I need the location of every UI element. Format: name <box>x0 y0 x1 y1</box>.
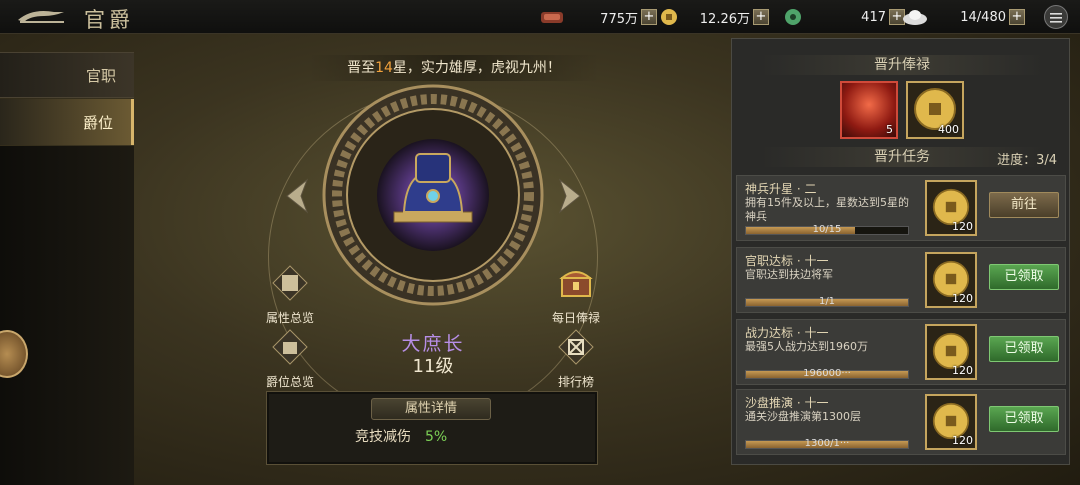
task-progress-text: 196000··· <box>803 368 851 379</box>
sidebar-item-label: 爵位 <box>82 113 113 132</box>
resource-value: 417 <box>861 9 886 25</box>
task-description: 拥有15件及以上，星数达到5星的神兵 <box>745 196 909 223</box>
add-button[interactable]: + <box>753 9 769 25</box>
task-progress-text: 10/15 <box>812 224 842 235</box>
reward-count: 120 <box>952 292 973 305</box>
task-progress-bar: 1300/1··· <box>745 438 909 449</box>
reward-count: 5 <box>886 123 893 136</box>
claimed-button[interactable]: 已领取 <box>989 406 1059 432</box>
resource-gold: 12.26万 + <box>660 7 769 27</box>
resource-value: 14/480 <box>960 9 1006 25</box>
attribute-detail-title: 属性详情 <box>371 398 491 420</box>
add-button[interactable]: + <box>641 9 657 25</box>
task-reward[interactable]: 120 <box>925 180 977 236</box>
crossed-swords-icon <box>558 329 594 365</box>
nobility-medallion <box>322 84 544 306</box>
treasure-chest-icon <box>559 271 593 297</box>
sidebar-background <box>0 146 134 485</box>
task-name: 沙盘推演 · 十一 <box>745 396 829 410</box>
star-count: 14 <box>375 60 393 76</box>
attribute-value: 5% <box>425 429 448 445</box>
slogan-suffix: 星，实力雄厚，虎视九州！ <box>392 60 561 76</box>
task-row: 神兵升星 · 二 拥有15件及以上，星数达到5星的神兵 10/15 120 前往 <box>736 175 1066 241</box>
promotion-panel: 晋升俸禄 5 400 晋升任务 进度：3/4 神兵升星 · 二 拥有15件及以上… <box>731 38 1070 465</box>
reward-item[interactable]: 400 <box>906 81 964 139</box>
task-name: 神兵升星 · 二 <box>745 182 817 196</box>
task-reward[interactable]: 120 <box>925 252 977 308</box>
page-title: 官爵 <box>84 8 134 32</box>
daily-salary-button[interactable]: 每日俸禄 <box>536 264 616 326</box>
silver-ingot-icon <box>903 10 927 25</box>
reward-count: 120 <box>952 364 973 377</box>
task-name: 战力达标 · 十一 <box>745 326 829 340</box>
add-button[interactable]: + <box>1009 9 1025 25</box>
slogan-prefix: 晋至 <box>347 60 376 76</box>
sidebar-item-nobility[interactable]: 爵位 <box>0 99 134 145</box>
back-icon[interactable] <box>14 6 68 28</box>
claimed-button[interactable]: 已领取 <box>989 264 1059 290</box>
task-row: 战力达标 · 十一 最强5人战力达到1960万 196000··· 120 已领… <box>736 319 1066 385</box>
jade-icon <box>785 9 801 25</box>
function-label: 爵位总览 <box>265 375 314 389</box>
function-label: 每日俸禄 <box>551 311 600 325</box>
task-progress-bar: 196000··· <box>745 368 909 379</box>
attribute-overview-button[interactable]: 属性总览 <box>250 264 330 326</box>
task-name: 官职达标 · 十一 <box>745 254 829 268</box>
task-description: 最强5人战力达到1960万 <box>745 340 868 353</box>
reward-count: 120 <box>952 434 973 447</box>
resource-jade: 417 + <box>784 7 905 27</box>
go-button[interactable]: 前往 <box>989 192 1059 218</box>
rank-level: 11级 <box>412 356 454 377</box>
slogan-banner: 晋至14星，实力雄厚，虎视九州！ <box>308 55 600 81</box>
menu-button[interactable] <box>1044 5 1068 29</box>
task-progress-bar: 1/1 <box>745 296 909 307</box>
task-row: 沙盘推演 · 十一 通关沙盘推演第1300层 1300/1··· 120 已领取 <box>736 389 1066 455</box>
task-progress-text: 1/1 <box>818 296 836 307</box>
leaderboard-button[interactable]: 排行榜 <box>536 328 616 390</box>
claimed-button[interactable]: 已领取 <box>989 336 1059 362</box>
task-progress-text: 1300/1··· <box>804 438 850 449</box>
task-row: 官职达标 · 十一 官职达到扶边将军 1/1 120 已领取 <box>736 247 1066 313</box>
salary-title: 晋升俸禄 <box>760 55 1044 75</box>
gold-coin-icon <box>661 9 677 25</box>
attribute-label: 竞技减伤 <box>355 429 411 445</box>
sidebar-item-official[interactable]: 官职 <box>0 52 134 98</box>
reward-item[interactable]: 5 <box>840 81 898 139</box>
function-label: 属性总览 <box>265 311 314 325</box>
throne-icon <box>272 329 308 365</box>
scroll-icon <box>272 265 308 301</box>
resource-tokens: 775万 + <box>540 7 657 27</box>
task-reward[interactable]: 120 <box>925 394 977 450</box>
previous-arrow-icon[interactable] <box>283 178 311 214</box>
token-icon <box>541 12 563 23</box>
reward-count: 120 <box>952 220 973 233</box>
task-reward[interactable]: 120 <box>925 324 977 380</box>
task-description: 官职达到扶边将军 <box>745 268 833 281</box>
next-arrow-icon[interactable] <box>556 178 584 214</box>
task-progress-bar: 10/15 <box>745 224 909 235</box>
attribute-detail-panel: 属性详情 竞技减伤 5% <box>266 391 598 465</box>
top-bar: 官爵 775万 + 12.26万 + 417 + 14/480 + <box>0 0 1080 34</box>
function-label: 排行榜 <box>557 375 594 389</box>
menu-icon <box>1050 13 1062 23</box>
sidebar-item-label: 官职 <box>85 66 116 85</box>
task-description: 通关沙盘推演第1300层 <box>745 410 861 423</box>
resource-silver: 14/480 + <box>902 7 1025 27</box>
nobility-overview-button[interactable]: 爵位总览 <box>250 328 330 390</box>
attribute-row: 竞技减伤 5% <box>355 426 447 446</box>
resource-value: 12.26万 <box>699 11 750 27</box>
task-progress: 进度：3/4 <box>997 153 1057 168</box>
resource-value: 775万 <box>600 11 638 27</box>
reward-count: 400 <box>938 123 959 136</box>
